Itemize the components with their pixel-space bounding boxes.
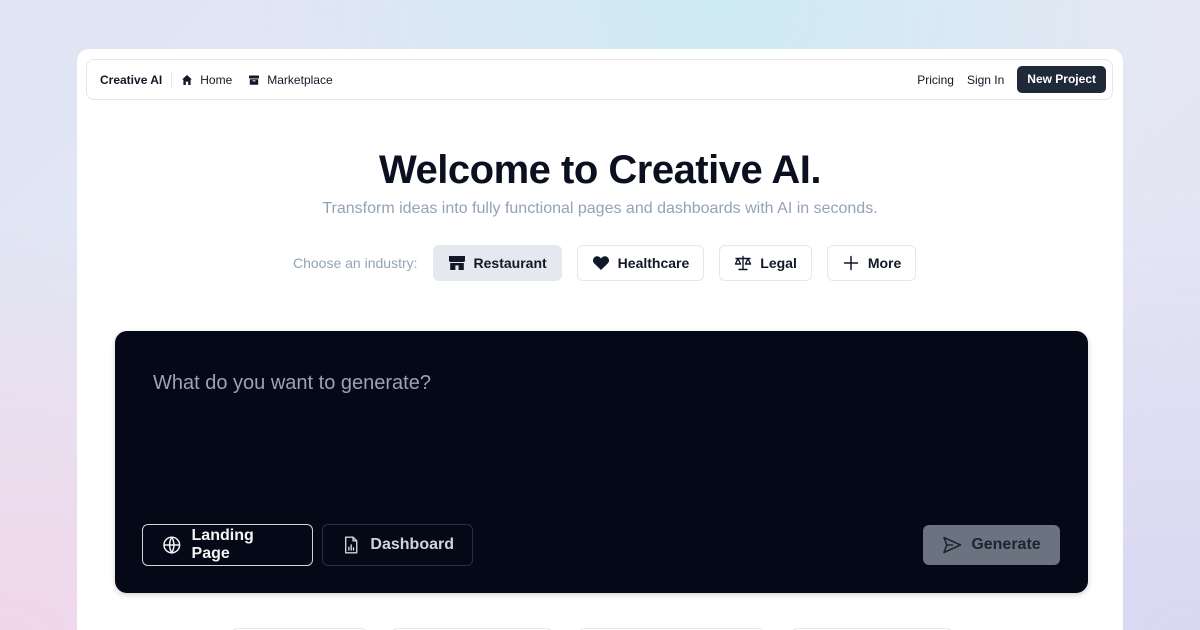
prompt-input-placeholder[interactable]: What do you want to generate?: [153, 372, 431, 395]
scale-icon: [735, 255, 752, 271]
industry-selector: Choose an industry: Restaurant Healthcar…: [293, 245, 931, 281]
page-subtitle: Transform ideas into fully functional pa…: [322, 200, 878, 217]
page-title: Welcome to Creative AI.: [379, 148, 821, 192]
top-navbar: Creative AI Home Marketplace Pricing Sig…: [86, 59, 1113, 100]
nav-link-home-label: Home: [200, 72, 233, 87]
generate-button-label: Generate: [971, 536, 1041, 553]
send-icon: [943, 536, 962, 554]
home-icon: [182, 74, 193, 85]
industry-label: Choose an industry:: [293, 255, 418, 271]
dashboard-mode-button[interactable]: Dashboard: [322, 524, 473, 566]
globe-icon: [163, 536, 181, 555]
plus-icon: [843, 255, 859, 271]
storefront-icon: [448, 256, 465, 270]
archive-icon: [249, 75, 260, 85]
nav-link-home[interactable]: Home: [181, 73, 232, 87]
dashboard-mode-label: Dashboard: [370, 536, 454, 553]
landing-page-mode-button[interactable]: Landing Page: [142, 524, 313, 566]
prompt-box[interactable]: What do you want to generate? Landing Pa…: [115, 331, 1088, 593]
industry-chip-more[interactable]: More: [826, 245, 917, 281]
landing-page-mode-label: Landing Page: [191, 527, 254, 562]
industry-chip-legal-label: Legal: [760, 255, 797, 271]
nav-link-marketplace[interactable]: Marketplace: [248, 72, 333, 87]
industry-chip-restaurant[interactable]: Restaurant: [432, 245, 562, 281]
industry-chip-legal[interactable]: Legal: [719, 245, 812, 281]
new-project-button[interactable]: New Project: [1017, 66, 1106, 93]
nav-link-marketplace-label: Marketplace: [267, 72, 333, 87]
chart-document-icon: [344, 536, 358, 554]
industry-chip-healthcare[interactable]: Healthcare: [576, 245, 705, 281]
industry-chip-restaurant-label: Restaurant: [473, 255, 547, 271]
industry-chip-healthcare-label: Healthcare: [617, 255, 690, 271]
heart-icon: [592, 256, 609, 270]
navbar-divider: [171, 71, 173, 88]
brand-logo-text[interactable]: Creative AI: [100, 73, 162, 87]
main-card: Creative AI Home Marketplace Pricing Sig…: [77, 49, 1123, 630]
pricing-link[interactable]: Pricing: [917, 73, 954, 87]
navbar-right-group: Pricing Sign In New Project: [917, 66, 1106, 93]
industry-chip-more-label: More: [867, 255, 902, 271]
sign-in-link[interactable]: Sign In: [967, 73, 1004, 87]
generate-button[interactable]: Generate: [923, 525, 1060, 565]
